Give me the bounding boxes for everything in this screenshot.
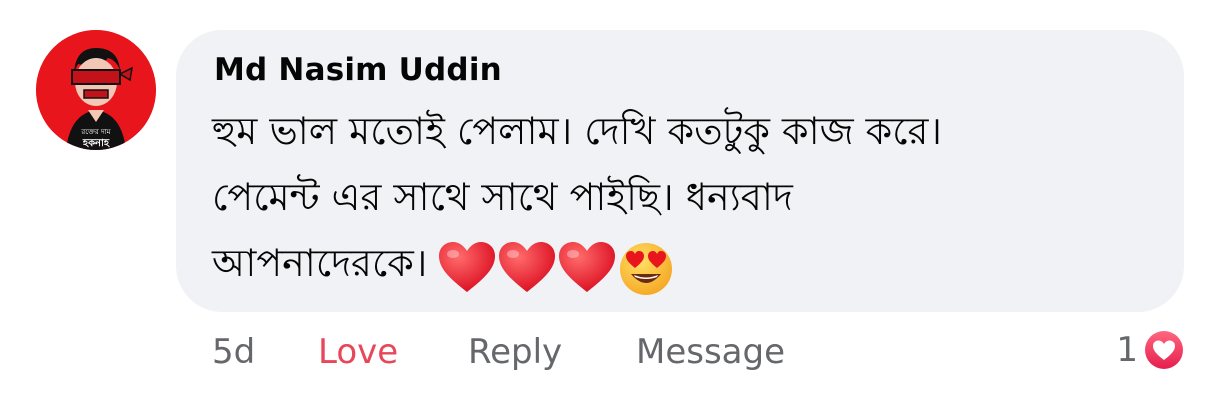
svg-text:রক্তের দাম: রক্তের দাম bbox=[80, 128, 110, 136]
profile-avatar-icon: রক্তের দাম হকনাহ bbox=[36, 30, 156, 150]
comment-line-3: আপনাদেরকে। bbox=[212, 241, 428, 285]
comment-timestamp[interactable]: 5d bbox=[212, 332, 318, 372]
avatar[interactable]: রক্তের দাম হকনাহ bbox=[36, 30, 156, 150]
emoji-group bbox=[437, 240, 675, 296]
comment-text: হুম ভাল মতোই পেলাম। দেখি কতটুকু কাজ করে।… bbox=[212, 98, 1162, 296]
reply-button[interactable]: Reply bbox=[468, 332, 636, 372]
comment-bubble[interactable]: Md Nasim Uddin হুম ভাল মতোই পেলাম। দেখি … bbox=[176, 30, 1184, 312]
reaction-summary[interactable]: 1 bbox=[1116, 328, 1186, 372]
reaction-count: 1 bbox=[1116, 330, 1138, 370]
love-reaction-icon bbox=[1142, 328, 1186, 372]
comment-item: রক্তের দাম হকনাহ Md Nasim Uddin হুম ভাল … bbox=[0, 0, 1220, 400]
heart-emoji-icon bbox=[499, 242, 556, 292]
heart-emoji-icon bbox=[559, 242, 616, 292]
comment-line-1: হুম ভাল মতোই পেলাম। দেখি কতটুকু কাজ করে। bbox=[212, 109, 943, 153]
heart-emoji-icon bbox=[439, 242, 496, 292]
comment-line-2: পেমেন্ট এর সাথে সাথে পাইছি। ধন্যবাদ bbox=[212, 175, 793, 219]
comment-actions: 5d Love Reply Message bbox=[212, 330, 785, 374]
comment-author[interactable]: Md Nasim Uddin bbox=[214, 52, 502, 88]
heart-eyes-emoji-icon bbox=[620, 243, 673, 295]
message-button[interactable]: Message bbox=[636, 332, 785, 372]
svg-text:হকনাহ: হকনাহ bbox=[82, 138, 111, 149]
love-button[interactable]: Love bbox=[318, 332, 468, 372]
